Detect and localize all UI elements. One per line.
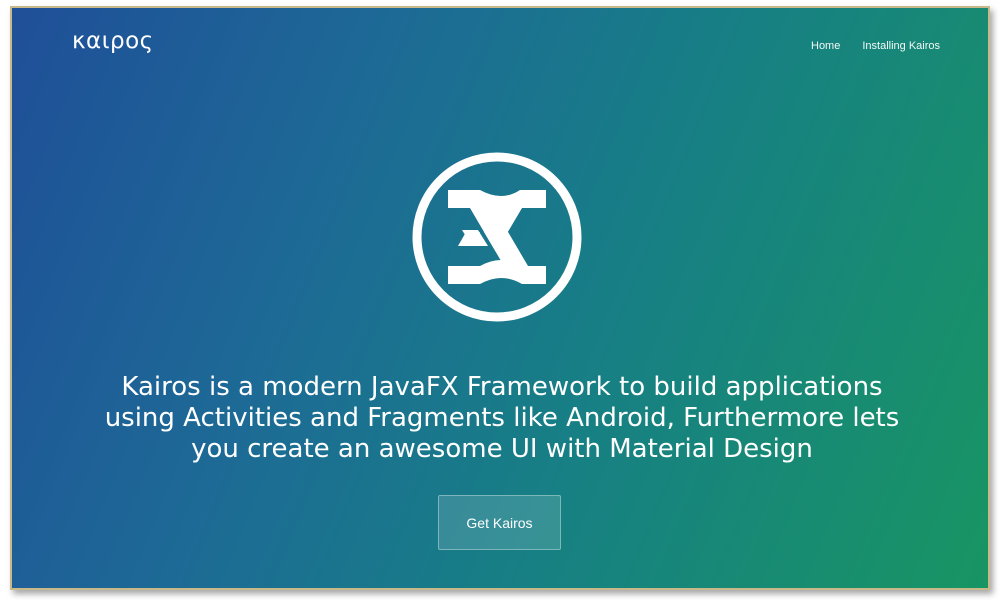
kairos-fx-logo-icon: [412, 152, 582, 322]
tagline-line-3: you create an awesome UI with Material D…: [191, 434, 813, 464]
hero-section: καιρος Home Installing Kairos Kairos is …: [12, 8, 988, 588]
get-kairos-button[interactable]: Get Kairos: [438, 495, 561, 550]
tagline-line-1: Kairos is a modern JavaFX Framework to b…: [121, 372, 883, 402]
tagline-line-2: using Activities and Fragments like Andr…: [104, 403, 900, 433]
nav-installing-kairos-link[interactable]: Installing Kairos: [862, 40, 940, 52]
browser-screenshot-frame: καιρος Home Installing Kairos Kairos is …: [10, 6, 990, 590]
brand-logo[interactable]: καιρος: [72, 28, 154, 54]
top-navigation: Home Installing Kairos: [811, 40, 940, 52]
nav-home-link[interactable]: Home: [811, 40, 840, 52]
hero-tagline: Kairos is a modern JavaFX Framework to b…: [72, 372, 932, 465]
